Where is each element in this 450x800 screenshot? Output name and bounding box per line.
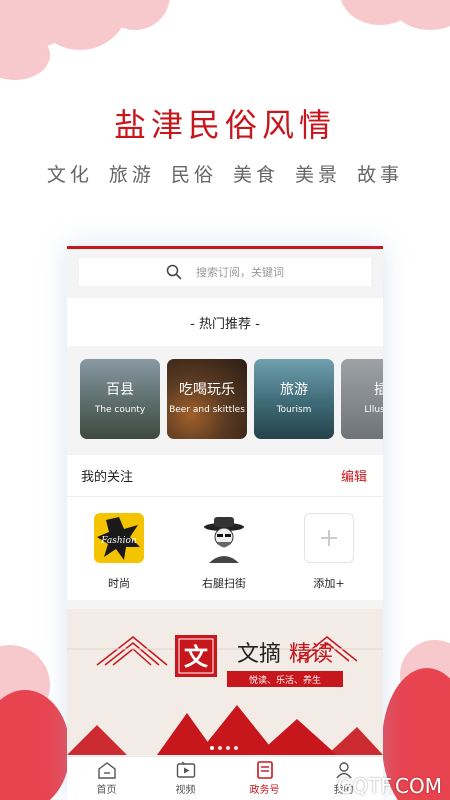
follow-list: Fashion 时尚 右腿扫街 添加+ [67,497,383,600]
tab-gov-label: 政务号 [249,785,280,796]
my-follow-title: 我的关注 [81,470,134,485]
follow-item-street[interactable]: 右腿扫街 [194,513,254,591]
card-tourism-title: 旅游 [280,382,308,398]
cowboy-avatar-icon [199,513,249,563]
card-illustration[interactable]: 插 Lllustra [341,359,383,439]
card-illustration-title: 插 [341,379,383,399]
card-food-title: 吃喝玩乐 [179,382,235,398]
banner-tagline: 悦读、乐活、养生 [249,674,321,686]
watermark: GQTF.COM [336,774,442,798]
tab-video-label: 视频 [175,785,196,796]
card-food[interactable]: 吃喝玩乐 Beer and skittles [167,359,247,439]
hot-recommend-title: - 热门推荐 - [67,298,383,346]
follow-item-fashion[interactable]: Fashion 时尚 [89,513,149,591]
card-county[interactable]: 百县 The county [80,359,160,439]
search-input[interactable]: 搜索订阅，关键词 [79,258,371,286]
card-food-subtitle: Beer and skittles [169,405,245,415]
follow-item-fashion-label: 时尚 [108,577,130,590]
card-county-subtitle: The county [94,405,146,415]
search-bar-container: 搜索订阅，关键词 [67,249,383,292]
hero-subtitle: 文化 旅游 民俗 美食 美景 故事 [46,164,404,186]
gov-icon [256,761,273,779]
phone-screen: 搜索订阅，关键词 - 热门推荐 - 百县 The county 吃喝玩乐 Bee… [67,246,383,800]
follow-item-add-label: 添加+ [313,577,345,590]
card-tourism-subtitle: Tourism [276,405,312,415]
fashion-icon: Fashion [94,513,144,563]
search-icon [166,264,182,280]
banner-logo-char: 文 [184,642,209,671]
card-illustration-subtitle: Lllustra [364,405,383,415]
bottom-tab-bar: 首页 视频 政务号 我的 [67,756,383,800]
banner-title-b: 精读 [289,642,333,667]
fashion-badge-text: Fashion [100,536,137,546]
follow-item-street-label: 右腿扫街 [202,577,246,590]
banner-title-a: 文摘 [237,642,281,667]
digest-banner[interactable]: 文 文摘 精读 悦读、乐活、养生 [67,609,383,755]
hero-title: 盐津民俗风情 [113,106,336,144]
card-county-title: 百县 [106,382,134,398]
tab-home-label: 首页 [96,785,117,796]
follow-item-add[interactable]: 添加+ [299,513,359,591]
category-cards: 百县 The county 吃喝玩乐 Beer and skittles 旅游 … [67,346,383,449]
edit-button[interactable]: 编辑 [341,466,367,485]
plus-icon [304,513,354,563]
tab-home[interactable]: 首页 [67,757,146,800]
my-follow-header: 我的关注 编辑 [67,455,383,497]
home-icon [97,762,116,779]
tab-video[interactable]: 视频 [146,757,225,800]
search-placeholder: 搜索订阅，关键词 [196,266,284,279]
tab-gov[interactable]: 政务号 [225,757,304,800]
video-icon [176,761,195,778]
card-tourism[interactable]: 旅游 Tourism [254,359,334,439]
